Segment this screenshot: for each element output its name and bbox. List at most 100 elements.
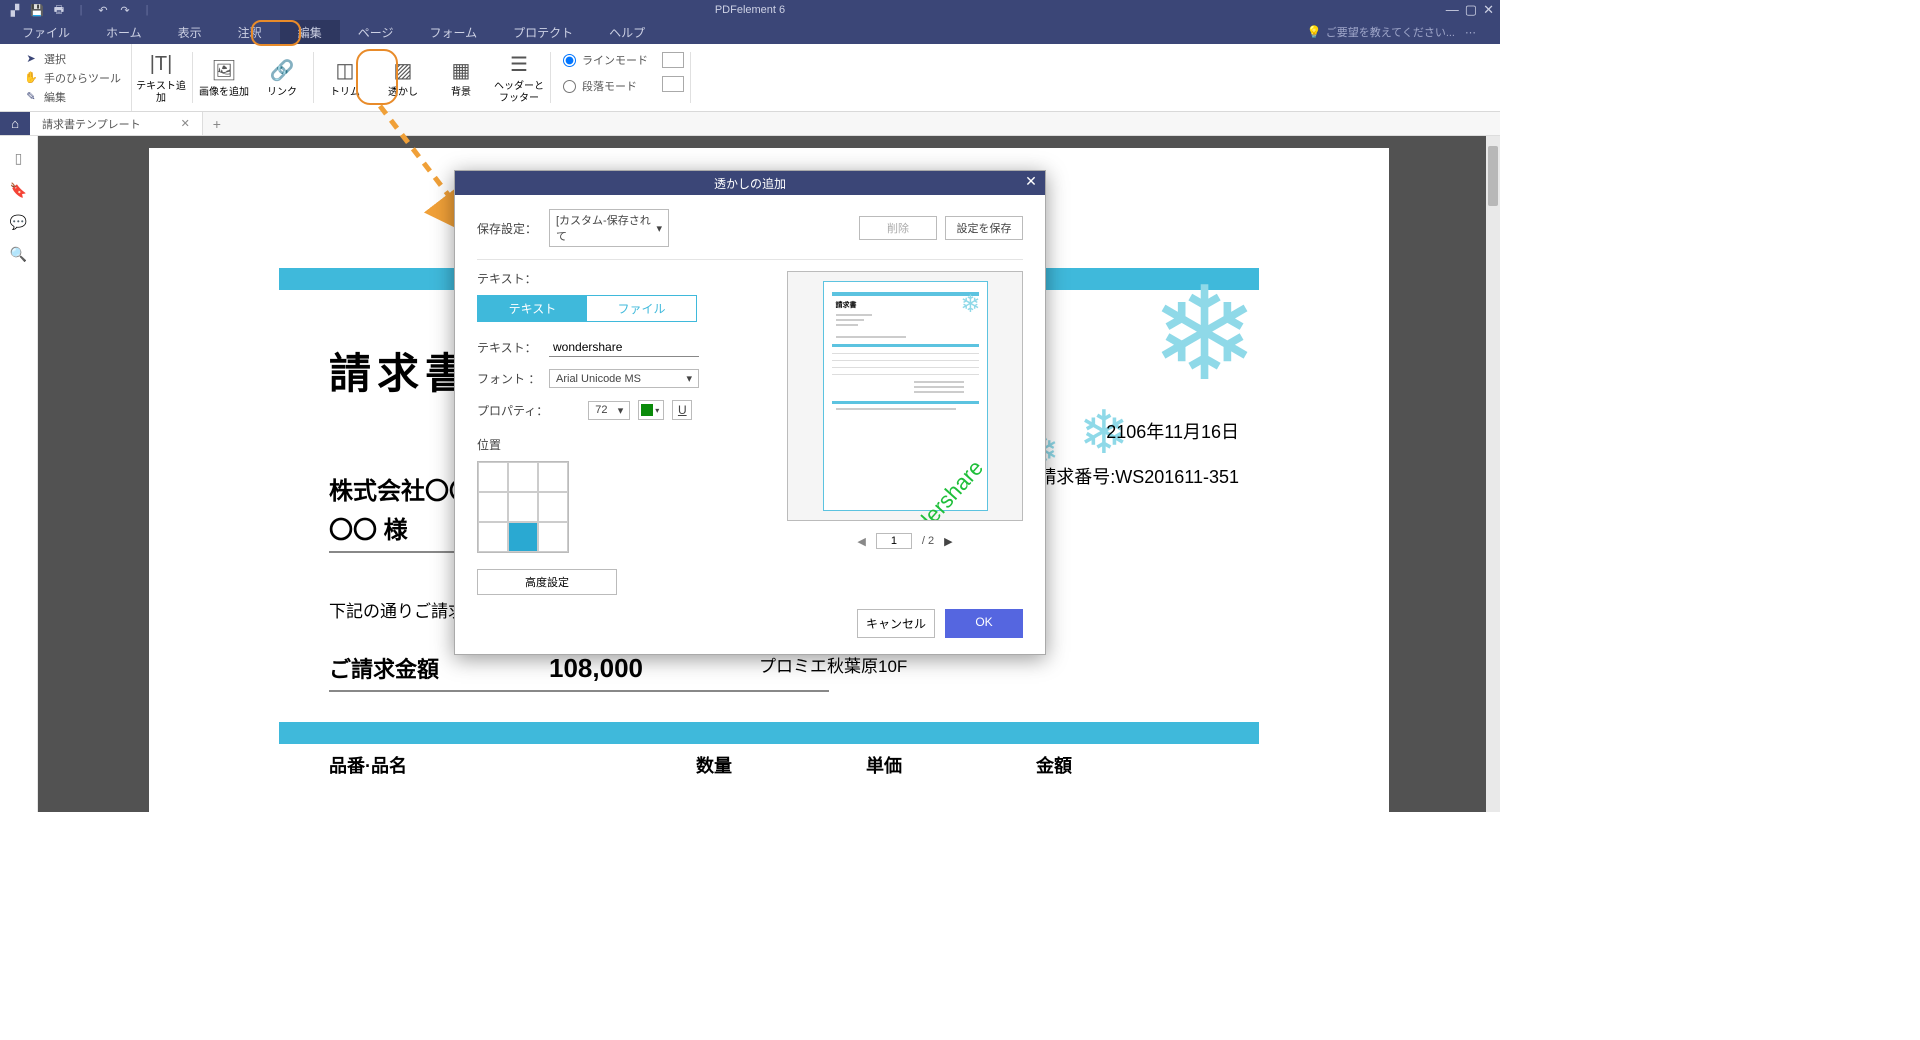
qat-undo-icon[interactable]: ↶ — [96, 3, 110, 17]
ok-button[interactable]: OK — [945, 609, 1023, 638]
window-close-icon[interactable]: ✕ — [1483, 2, 1494, 18]
menu-annotate[interactable]: 注釈 — [220, 20, 280, 44]
document-tab[interactable]: 請求書テンプレート ✕ — [30, 112, 203, 135]
ribbon-background[interactable]: ▦背景 — [432, 44, 490, 111]
mode-icon-2[interactable] — [662, 76, 684, 92]
qat-save-icon[interactable]: 💾 — [30, 3, 44, 17]
underline-toggle[interactable]: U — [672, 400, 692, 420]
edit-pencil-icon: ✎ — [24, 90, 38, 104]
pos-tr[interactable] — [538, 462, 568, 492]
mode-icon-1[interactable] — [662, 52, 684, 68]
tell-me-search[interactable]: 💡 ご要望を教えてください... ⋯ — [1307, 24, 1496, 40]
pager-current-input[interactable] — [876, 533, 912, 549]
image-icon: 🖼 — [210, 57, 238, 85]
ribbon-edit[interactable]: ✎編集 — [24, 89, 121, 105]
ribbon-line-mode[interactable]: ラインモード — [563, 52, 648, 68]
window-minimize-icon[interactable]: ― — [1446, 2, 1459, 18]
delete-button[interactable]: 削除 — [859, 216, 937, 240]
advanced-settings-button[interactable]: 高度設定 — [477, 569, 617, 595]
pos-tc[interactable] — [508, 462, 538, 492]
paragraph-mode-radio[interactable] — [563, 80, 576, 93]
bookmark-icon[interactable]: 🔖 — [11, 182, 27, 198]
window-maximize-icon[interactable]: ▢ — [1465, 2, 1477, 18]
line-mode-radio[interactable] — [563, 54, 576, 67]
doc-total-underline — [329, 690, 829, 692]
link-icon: 🔗 — [268, 57, 296, 85]
text-section-label: テキスト： — [477, 270, 777, 287]
source-tabs: テキスト ファイル — [477, 295, 697, 322]
vertical-scrollbar[interactable] — [1486, 136, 1500, 812]
scrollbar-thumb[interactable] — [1488, 146, 1498, 206]
col-item: 品番·品名 — [329, 752, 629, 778]
thumbnails-icon[interactable]: ▯ — [11, 150, 27, 166]
ribbon-header-footer[interactable]: ☰ヘッダーとフッター — [490, 44, 548, 111]
pager-next-icon[interactable]: ▶ — [944, 535, 952, 548]
side-toolbar: ▯ 🔖 💬 🔍 — [0, 136, 38, 812]
header-footer-icon: ☰ — [505, 51, 533, 79]
menu-help[interactable]: ヘルプ — [591, 20, 663, 44]
pos-ml[interactable] — [478, 492, 508, 522]
preview-page: ❄ 請求書 wondershare — [823, 281, 988, 511]
bulb-icon: 💡 — [1307, 25, 1322, 39]
pos-tl[interactable] — [478, 462, 508, 492]
pos-mr[interactable] — [538, 492, 568, 522]
ribbon-link[interactable]: 🔗リンク — [253, 44, 311, 111]
title-bar: ▞ 💾 🖶 | ↶ ↷ | PDFelement 6 ― ▢ ✕ — [0, 0, 1500, 20]
tab-text[interactable]: テキスト — [478, 296, 587, 321]
home-tab-icon[interactable]: ⌂ — [0, 112, 30, 135]
cancel-button[interactable]: キャンセル — [857, 609, 935, 638]
menu-form[interactable]: フォーム — [411, 20, 495, 44]
preview-watermark-text: wondershare — [885, 455, 989, 521]
ribbon-add-text[interactable]: |T|テキスト追加 — [132, 44, 190, 111]
font-select[interactable]: Arial Unicode MS▾ — [549, 369, 699, 388]
menu-protect[interactable]: プロテクト — [495, 20, 591, 44]
qat-redo-icon[interactable]: ↷ — [118, 3, 132, 17]
tab-close-icon[interactable]: ✕ — [181, 117, 190, 130]
watermark-text-input[interactable] — [549, 338, 699, 357]
menu-file[interactable]: ファイル — [4, 20, 88, 44]
qat-sep2: | — [140, 3, 154, 17]
ribbon-watermark[interactable]: ▨透かし — [374, 44, 432, 111]
background-icon: ▦ — [447, 57, 475, 85]
color-swatch — [641, 404, 653, 416]
document-tab-label: 請求書テンプレート — [42, 116, 141, 132]
document-tabs: ⌂ 請求書テンプレート ✕ + — [0, 112, 1500, 136]
save-settings-button[interactable]: 設定を保存 — [945, 216, 1023, 240]
save-settings-select[interactable]: [カスタム-保存されて▾ — [549, 209, 669, 247]
doc-date: 2106年11月16日 — [1106, 418, 1239, 444]
text-icon: |T| — [147, 51, 175, 79]
dialog-titlebar: 透かしの追加 ✕ — [455, 171, 1045, 195]
app-title: PDFelement 6 — [715, 4, 785, 16]
pos-mc[interactable] — [508, 492, 538, 522]
dialog-close-icon[interactable]: ✕ — [1021, 173, 1041, 190]
ribbon-paragraph-mode[interactable]: 段落モード — [563, 78, 648, 94]
font-color-picker[interactable]: ▾ — [638, 400, 664, 420]
pager-total: / 2 — [922, 535, 934, 547]
tell-me-more-icon: ⋯ — [1465, 26, 1476, 39]
text-label: テキスト： — [477, 339, 541, 356]
add-tab-button[interactable]: + — [203, 112, 231, 135]
snowflake-decoration-icon: ❄ — [960, 290, 980, 319]
doc-address-2: プロミエ秋葉原10F — [759, 652, 907, 677]
tab-file[interactable]: ファイル — [587, 296, 696, 321]
chevron-down-icon: ▾ — [655, 406, 659, 415]
font-size-select[interactable]: 72▾ — [588, 401, 630, 420]
menu-view[interactable]: 表示 — [160, 20, 220, 44]
menu-home[interactable]: ホーム — [88, 20, 160, 44]
font-label: フォント ： — [477, 370, 541, 387]
property-label: プロパティ： — [477, 402, 548, 419]
pager-prev-icon[interactable]: ◀ — [857, 535, 865, 548]
ribbon-hand-tool[interactable]: ✋手のひらツール — [24, 70, 121, 86]
menu-page[interactable]: ページ — [340, 20, 412, 44]
pos-br[interactable] — [538, 522, 568, 552]
chevron-down-icon: ▾ — [618, 404, 624, 417]
ribbon-trim[interactable]: ◫トリム — [316, 44, 374, 111]
pos-bc[interactable] — [508, 522, 538, 552]
qat-print-icon[interactable]: 🖶 — [52, 3, 66, 17]
search-icon[interactable]: 🔍 — [11, 246, 27, 262]
menu-edit[interactable]: 編集 — [280, 20, 340, 44]
comment-icon[interactable]: 💬 — [11, 214, 27, 230]
ribbon-select[interactable]: ➤選択 — [24, 51, 121, 67]
ribbon-add-image[interactable]: 🖼画像を追加 — [195, 44, 253, 111]
pos-bl[interactable] — [478, 522, 508, 552]
